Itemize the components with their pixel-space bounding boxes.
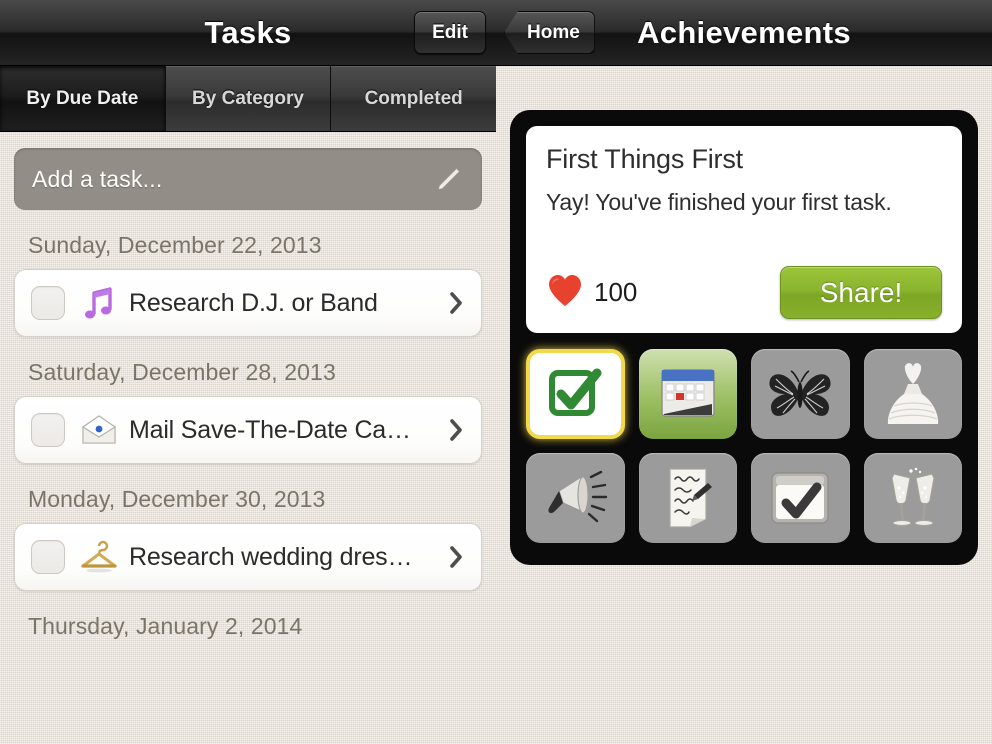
task-row[interactable]: Mail Save-The-Date Ca…	[14, 396, 482, 464]
achievements-screen: Home Achievements First Things First Yay…	[496, 0, 992, 744]
date-header: Thursday, January 2, 2014	[28, 613, 303, 639]
date-header: Monday, December 30, 2013	[28, 486, 326, 512]
share-button[interactable]: Share!	[780, 266, 942, 319]
chevron-right-icon[interactable]	[445, 418, 467, 442]
task-row[interactable]: Research wedding dres…	[14, 523, 482, 591]
task-row[interactable]: Research D.J. or Band	[14, 269, 482, 337]
task-label: Research D.J. or Band	[129, 288, 378, 317]
megaphone-badge[interactable]	[526, 453, 625, 543]
task-checkbox[interactable]	[31, 413, 65, 447]
checklist-badge[interactable]	[751, 453, 850, 543]
achievement-footer: 100 Share!	[546, 266, 942, 319]
task-list: Add a task... Sunday, December 22, 2013	[0, 132, 496, 744]
hanger-icon	[77, 540, 121, 574]
add-task-field[interactable]: Add a task...	[14, 148, 482, 210]
tab-by-category[interactable]: By Category	[165, 66, 332, 131]
add-task-placeholder: Add a task...	[32, 165, 163, 192]
points-display: 100	[546, 272, 637, 313]
champagne-toast-badge[interactable]	[863, 453, 962, 543]
badge-grid	[526, 349, 962, 543]
page-title: Achievements	[637, 14, 851, 50]
music-note-icon	[77, 284, 121, 322]
heart-icon	[546, 272, 584, 313]
task-label: Research wedding dres…	[129, 542, 413, 571]
chevron-right-icon[interactable]	[445, 545, 467, 569]
date-header: Sunday, December 22, 2013	[28, 232, 322, 258]
envelope-icon	[77, 413, 121, 447]
achievements-panel: First Things First Yay! You've finished …	[510, 110, 978, 565]
achievement-card: First Things First Yay! You've finished …	[526, 126, 962, 333]
green-check-badge[interactable]	[526, 349, 625, 439]
tab-by-due-date[interactable]: By Due Date	[0, 66, 166, 131]
task-checkbox[interactable]	[31, 286, 65, 320]
achievement-title: First Things First	[546, 144, 743, 174]
pencil-icon[interactable]	[434, 164, 464, 194]
task-checkbox[interactable]	[31, 540, 65, 574]
achievements-nav-bar: Home Achievements	[496, 0, 992, 66]
home-back-button[interactable]: Home	[504, 11, 595, 54]
achievement-description: Yay! You've finished your first task.	[546, 189, 892, 215]
date-header: Saturday, December 28, 2013	[28, 359, 336, 385]
handwritten-note-badge[interactable]	[638, 453, 737, 543]
task-label: Mail Save-The-Date Ca…	[129, 415, 411, 444]
tab-completed[interactable]: Completed	[331, 66, 496, 131]
points-value: 100	[594, 277, 638, 307]
calendar-badge[interactable]	[638, 349, 737, 439]
page-title: Tasks	[204, 14, 292, 50]
tasks-screen: Tasks Edit By Due Date By Category Compl…	[0, 0, 496, 744]
segmented-control: By Due Date By Category Completed	[0, 66, 496, 132]
achievements-body: First Things First Yay! You've finished …	[496, 66, 992, 744]
chevron-right-icon[interactable]	[445, 291, 467, 315]
edit-button[interactable]: Edit	[414, 11, 486, 54]
butterfly-badge[interactable]	[751, 349, 850, 439]
wedding-dress-badge[interactable]	[863, 349, 962, 439]
dual-screenshot: Tasks Edit By Due Date By Category Compl…	[0, 0, 992, 744]
tasks-nav-bar: Tasks Edit	[0, 0, 496, 66]
